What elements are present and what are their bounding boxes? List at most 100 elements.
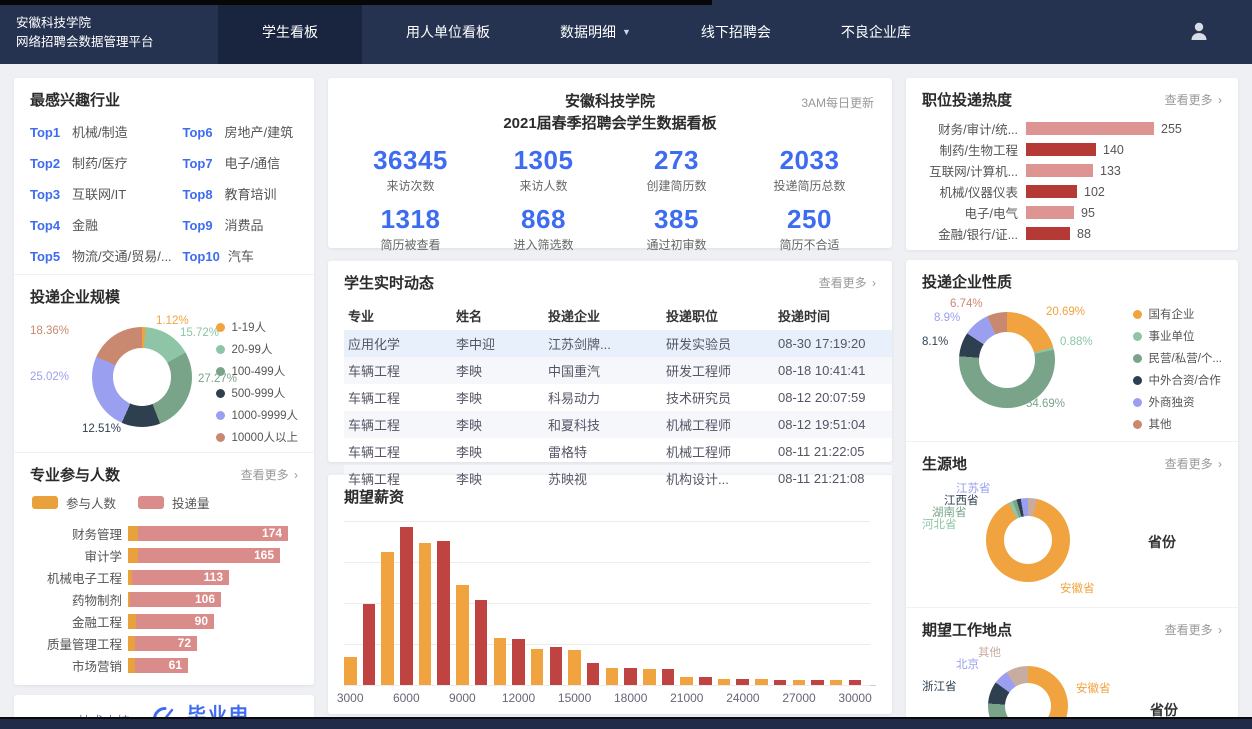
position-heat-more-link[interactable]: 查看更多 › [1165, 91, 1222, 108]
table-cell: 雷格特 [544, 438, 662, 465]
position-heat-title: 职位投递热度 [922, 89, 1012, 110]
interest-item: Top4金融 [30, 215, 177, 234]
submissions-bar-segment: 90 [136, 614, 214, 629]
salary-bar [419, 543, 432, 685]
tab-student-board[interactable]: 学生看板 [218, 0, 362, 64]
table-cell: 李映 [452, 384, 544, 411]
legend-dot [216, 323, 225, 332]
participants-bar-segment [128, 658, 135, 673]
salary-card: 期望薪资 30006000900012000150001800021000240… [328, 474, 892, 714]
heat-category-label: 金融/银行/证... [922, 224, 1018, 243]
heat-value: 133 [1100, 164, 1121, 178]
tab-data-detail[interactable]: 数据明细▼ [534, 0, 657, 64]
tab-employer-board[interactable]: 用人单位看板 [380, 0, 516, 64]
bottom-bar [0, 717, 1252, 729]
heat-bar [1026, 227, 1070, 240]
stat-value: 250 [743, 204, 876, 235]
salary-bar [718, 679, 731, 685]
user-account-button[interactable] [1184, 17, 1214, 47]
section-work-place: 期望工作地点 查看更多 › 安徽省上海江苏省浙江省北京其他省份 [906, 607, 1238, 729]
stat-value: 1318 [344, 204, 477, 235]
activity-card: 学生实时动态 查看更多 › 专业姓名投递企业投递职位投递时间应用化学李中迎江苏剑… [328, 260, 892, 462]
legend-label: 民营/私营/个... [1149, 350, 1222, 366]
table-row: 车辆工程李映中国重汽研发工程师08-18 10:41:41 [344, 357, 892, 384]
table-cell: 李映 [452, 438, 544, 465]
position-heat-bar-chart: 财务/审计/统...255制药/生物工程140互联网/计算机...133机械/仪… [922, 118, 1222, 244]
participants-bar-segment [128, 636, 135, 651]
right-panel-card: 投递企业性质 20.69%0.88%54.69%8.1%8.9%6.74%国有企… [906, 260, 1238, 729]
overview-title-line2: 2021届春季招聘会学生数据看板 [344, 113, 876, 135]
origin-more-link[interactable]: 查看更多 › [1165, 455, 1222, 472]
submissions-bar-segment: 61 [135, 658, 188, 673]
x-axis-tick-label: 24000 [726, 691, 759, 705]
salary-bar [793, 680, 806, 685]
table-row: 车辆工程李映和夏科技机械工程师08-12 19:51:04 [344, 411, 892, 438]
salary-bar [475, 600, 488, 685]
nav-tabs: 学生看板用人单位看板数据明细▼ 线下招聘会不良企业库 [218, 0, 955, 64]
tab-offline-fair[interactable]: 线下招聘会 [675, 0, 797, 64]
table-column-header: 投递职位 [662, 301, 774, 330]
table-cell: 车辆工程 [344, 411, 452, 438]
heat-category-label: 电子/电气 [922, 203, 1018, 222]
x-axis-tick-label: 15000 [558, 691, 591, 705]
donut-slice-label: 安徽省 [1060, 580, 1095, 596]
major-participation-more-link[interactable]: 查看更多 › [241, 466, 298, 483]
stat-label: 进入筛选数 [477, 236, 610, 253]
user-icon [1187, 19, 1211, 46]
major-category-label: 机械电子工程 [30, 568, 122, 587]
donut-slice-label: 0.88% [1060, 336, 1093, 348]
stat-cell: 1305来访人数 [477, 145, 610, 194]
interest-rank: Top7 [183, 156, 217, 171]
work-place-more-link[interactable]: 查看更多 › [1165, 621, 1222, 638]
major-bar-row: 质量管理工程72 [30, 632, 298, 654]
interest-rank: Top1 [30, 125, 64, 140]
heat-category-label: 财务/审计/统... [922, 119, 1018, 138]
legend-item: 国有企业 [1133, 306, 1222, 322]
salary-bar [400, 527, 413, 685]
donut-ring [92, 327, 192, 427]
legend-swatch [32, 496, 58, 509]
major-bar: 106 [128, 592, 221, 607]
interest-rank: Top4 [30, 218, 64, 233]
heat-bar [1026, 143, 1096, 156]
legend-item: 100-499人 [216, 363, 299, 379]
table-row: 应用化学李中迎江苏剑牌...研发实验员08-30 17:19:20 [344, 330, 892, 357]
salary-bar [568, 650, 581, 685]
grid-line [344, 521, 870, 522]
donut-slice-label: 15.72% [180, 327, 219, 339]
legend-item: 1000-9999人 [216, 407, 299, 423]
activity-more-link[interactable]: 查看更多 › [819, 274, 876, 291]
salary-bar [830, 680, 843, 685]
legend-item: 事业单位 [1133, 328, 1222, 344]
legend-label: 外商独资 [1149, 394, 1195, 410]
major-category-label: 金融工程 [30, 612, 122, 631]
heat-bar [1026, 206, 1074, 219]
stat-value: 36345 [344, 145, 477, 176]
donut-slice-label: 12.51% [82, 423, 121, 435]
tab-bad-company-db[interactable]: 不良企业库 [815, 0, 937, 64]
x-axis-tick-label: 12000 [502, 691, 535, 705]
stat-value: 868 [477, 204, 610, 235]
interest-rank: Top6 [183, 125, 217, 140]
major-bar-row: 药物制剂106 [30, 588, 298, 610]
update-note: 3AM每日更新 [801, 94, 874, 111]
table-cell: 技术研究员 [662, 384, 774, 411]
window-top-strip [0, 0, 712, 5]
interest-item: Top2制药/医疗 [30, 153, 177, 172]
interest-rank: Top9 [183, 218, 217, 233]
donut-ring [986, 498, 1070, 582]
x-axis-tick-label: 18000 [614, 691, 647, 705]
stat-cell: 868进入筛选数 [477, 204, 610, 253]
donut-slice-label: 8.1% [922, 336, 948, 348]
donut-slice-label: 1.12% [156, 315, 189, 327]
major-bar: 90 [128, 614, 214, 629]
heat-bar-row: 金融/银行/证...88 [922, 223, 1222, 244]
salary-bar [606, 668, 619, 685]
donut-slice-label: 6.74% [950, 298, 983, 310]
table-row: 车辆工程李映科易动力技术研究员08-12 20:07:59 [344, 384, 892, 411]
heat-bar-row: 制药/生物工程140 [922, 139, 1222, 160]
x-axis-tick-label: 30000 [838, 691, 871, 705]
stat-value: 2033 [743, 145, 876, 176]
section-company-nature: 投递企业性质 20.69%0.88%54.69%8.1%8.9%6.74%国有企… [906, 260, 1238, 441]
legend-dot [216, 389, 225, 398]
